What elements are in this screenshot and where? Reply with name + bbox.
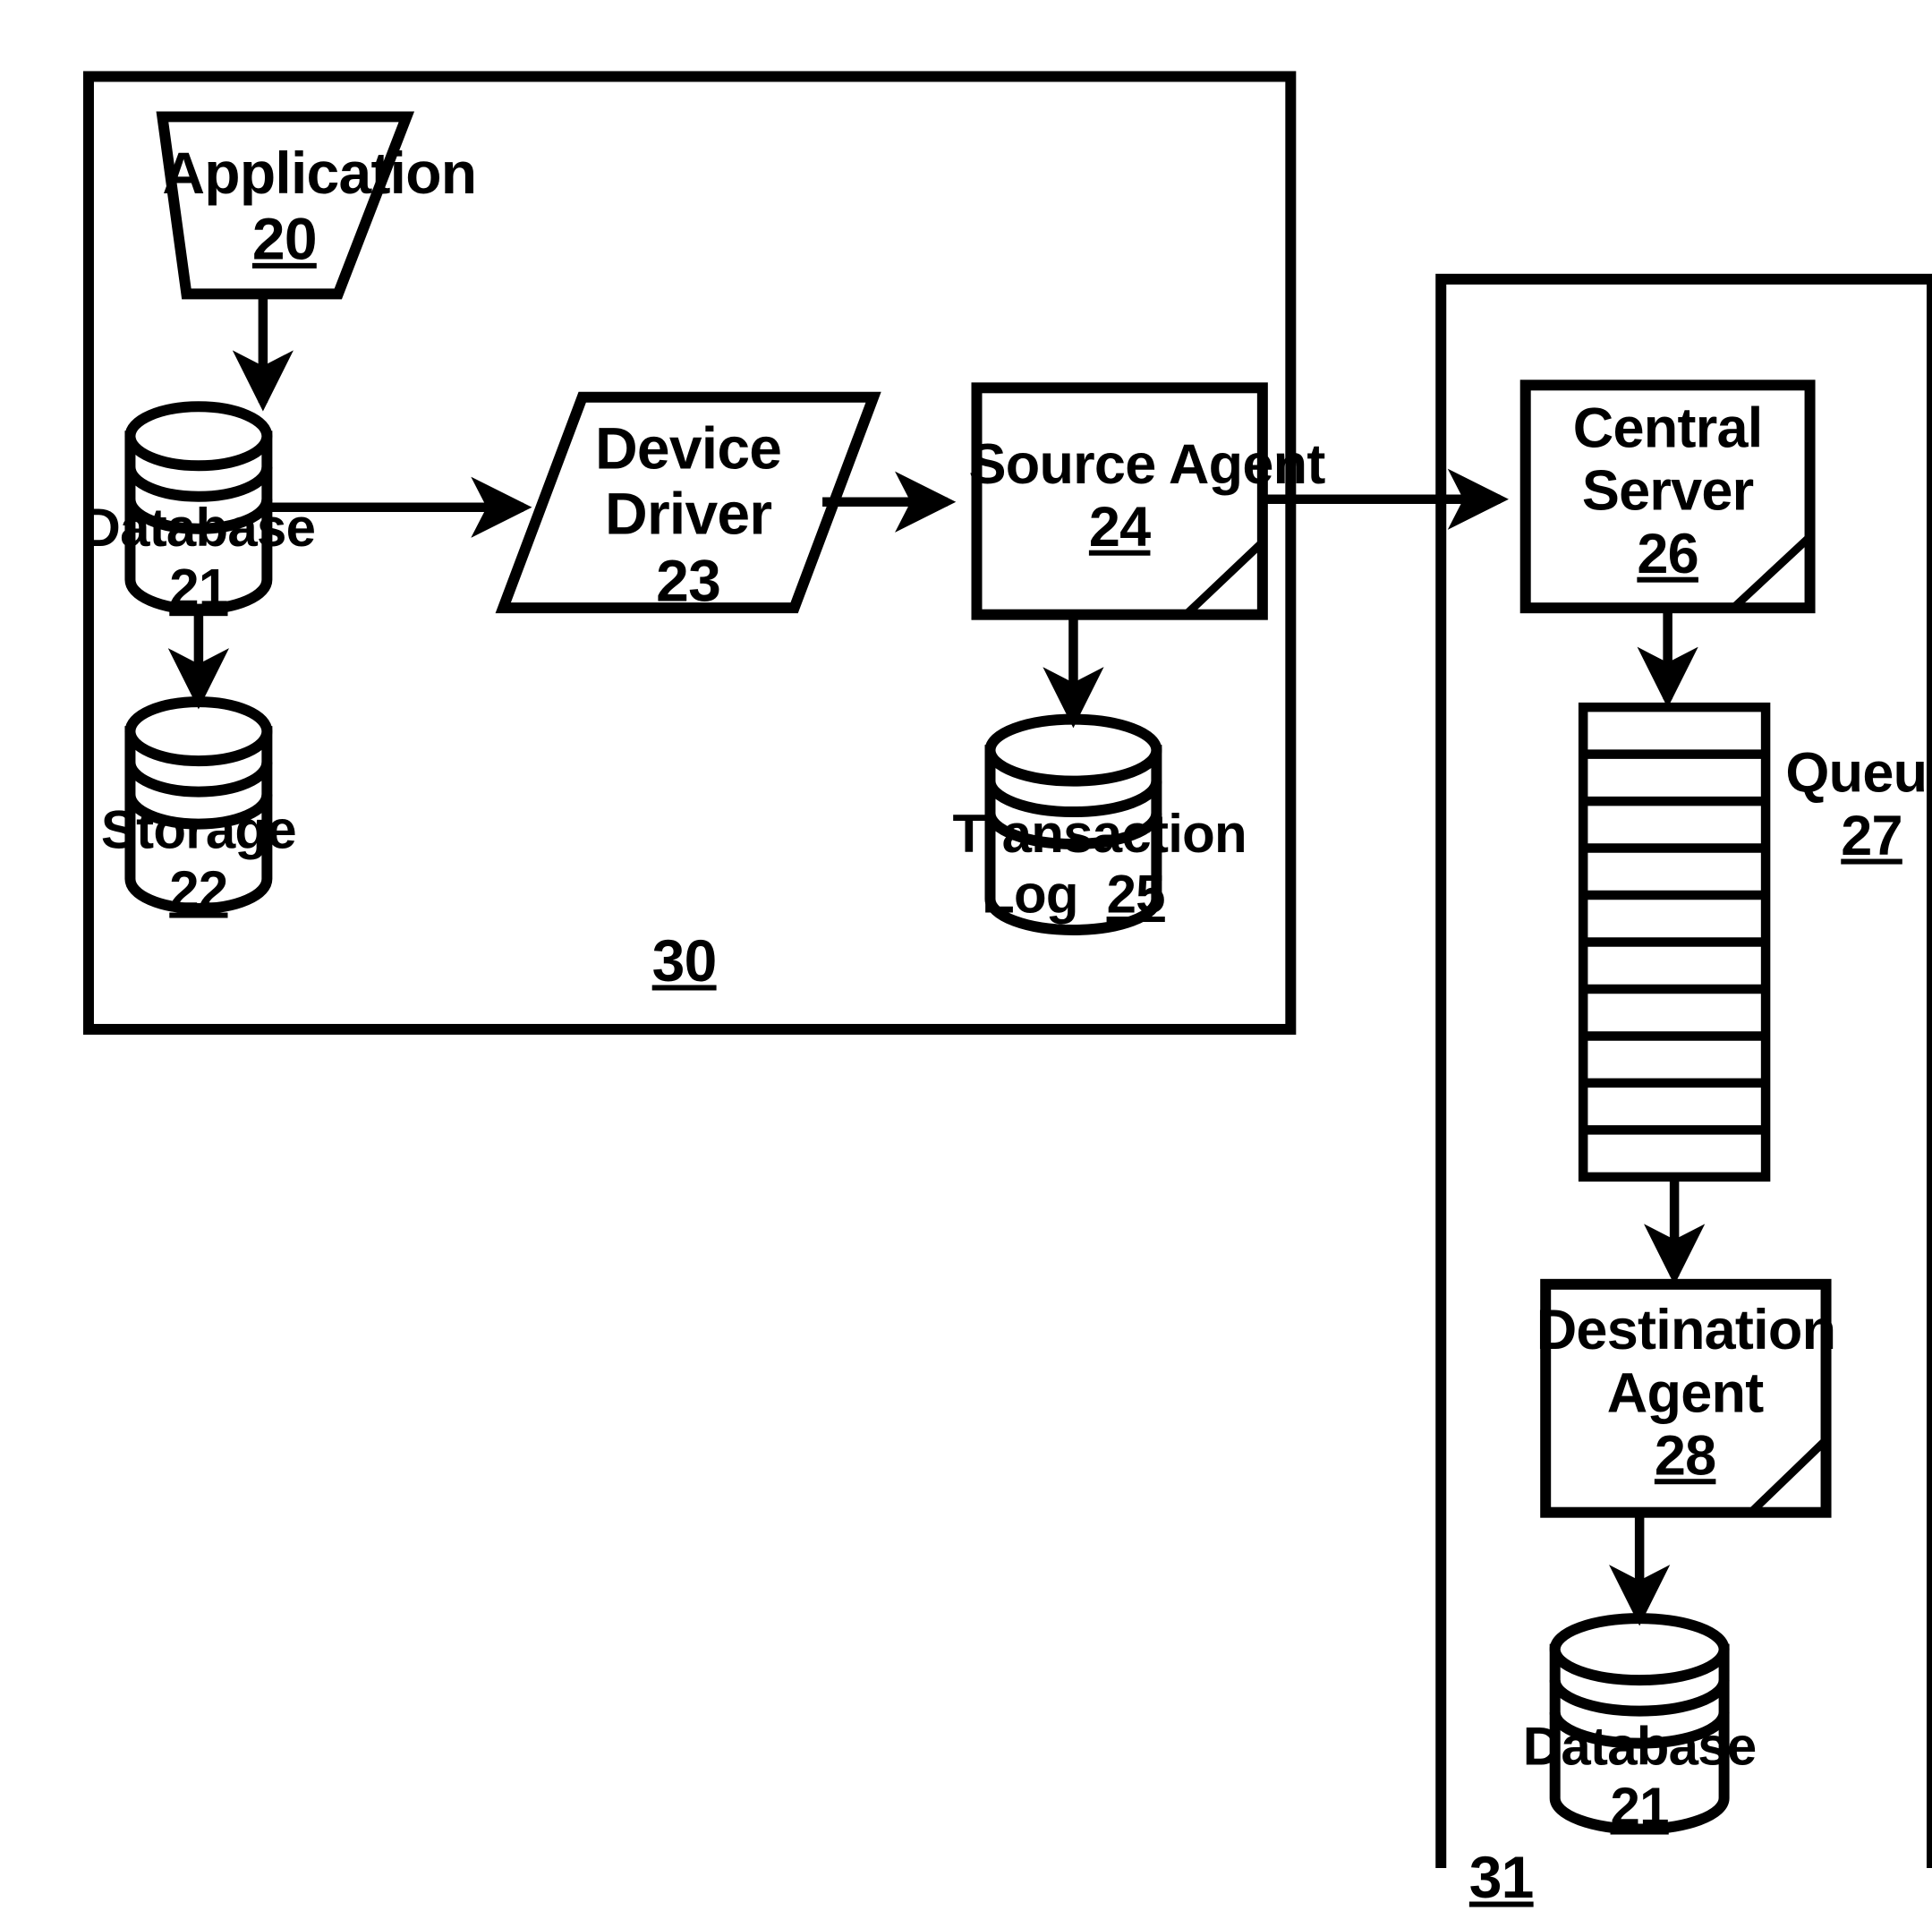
- figure-canvas: Application 20 Database 21 Storage 22 De…: [0, 0, 1932, 1911]
- label-destination-agent: Destination Agent 28: [1536, 1297, 1836, 1488]
- label-database-source: Database 21: [81, 499, 316, 619]
- label-transaction-log: Transaction Log 25: [952, 805, 1247, 925]
- label-queue: Queue 27: [1785, 740, 1932, 867]
- shape-queue-stack: [1578, 702, 1771, 1182]
- label-source-agent: Source Agent 24: [968, 431, 1325, 559]
- label-storage: Storage 22: [100, 801, 297, 921]
- label-database-destination: Database 21: [1522, 1718, 1757, 1838]
- label-device-driver: Device Driver 23: [595, 415, 782, 614]
- label-container-source-system: 30: [651, 928, 718, 994]
- label-central-server: Central Server 26: [1572, 396, 1763, 585]
- label-application: Application 20: [162, 141, 477, 273]
- diagram-shapes: [82, 71, 1932, 1868]
- label-container-destination-system: 31: [1468, 1845, 1535, 1911]
